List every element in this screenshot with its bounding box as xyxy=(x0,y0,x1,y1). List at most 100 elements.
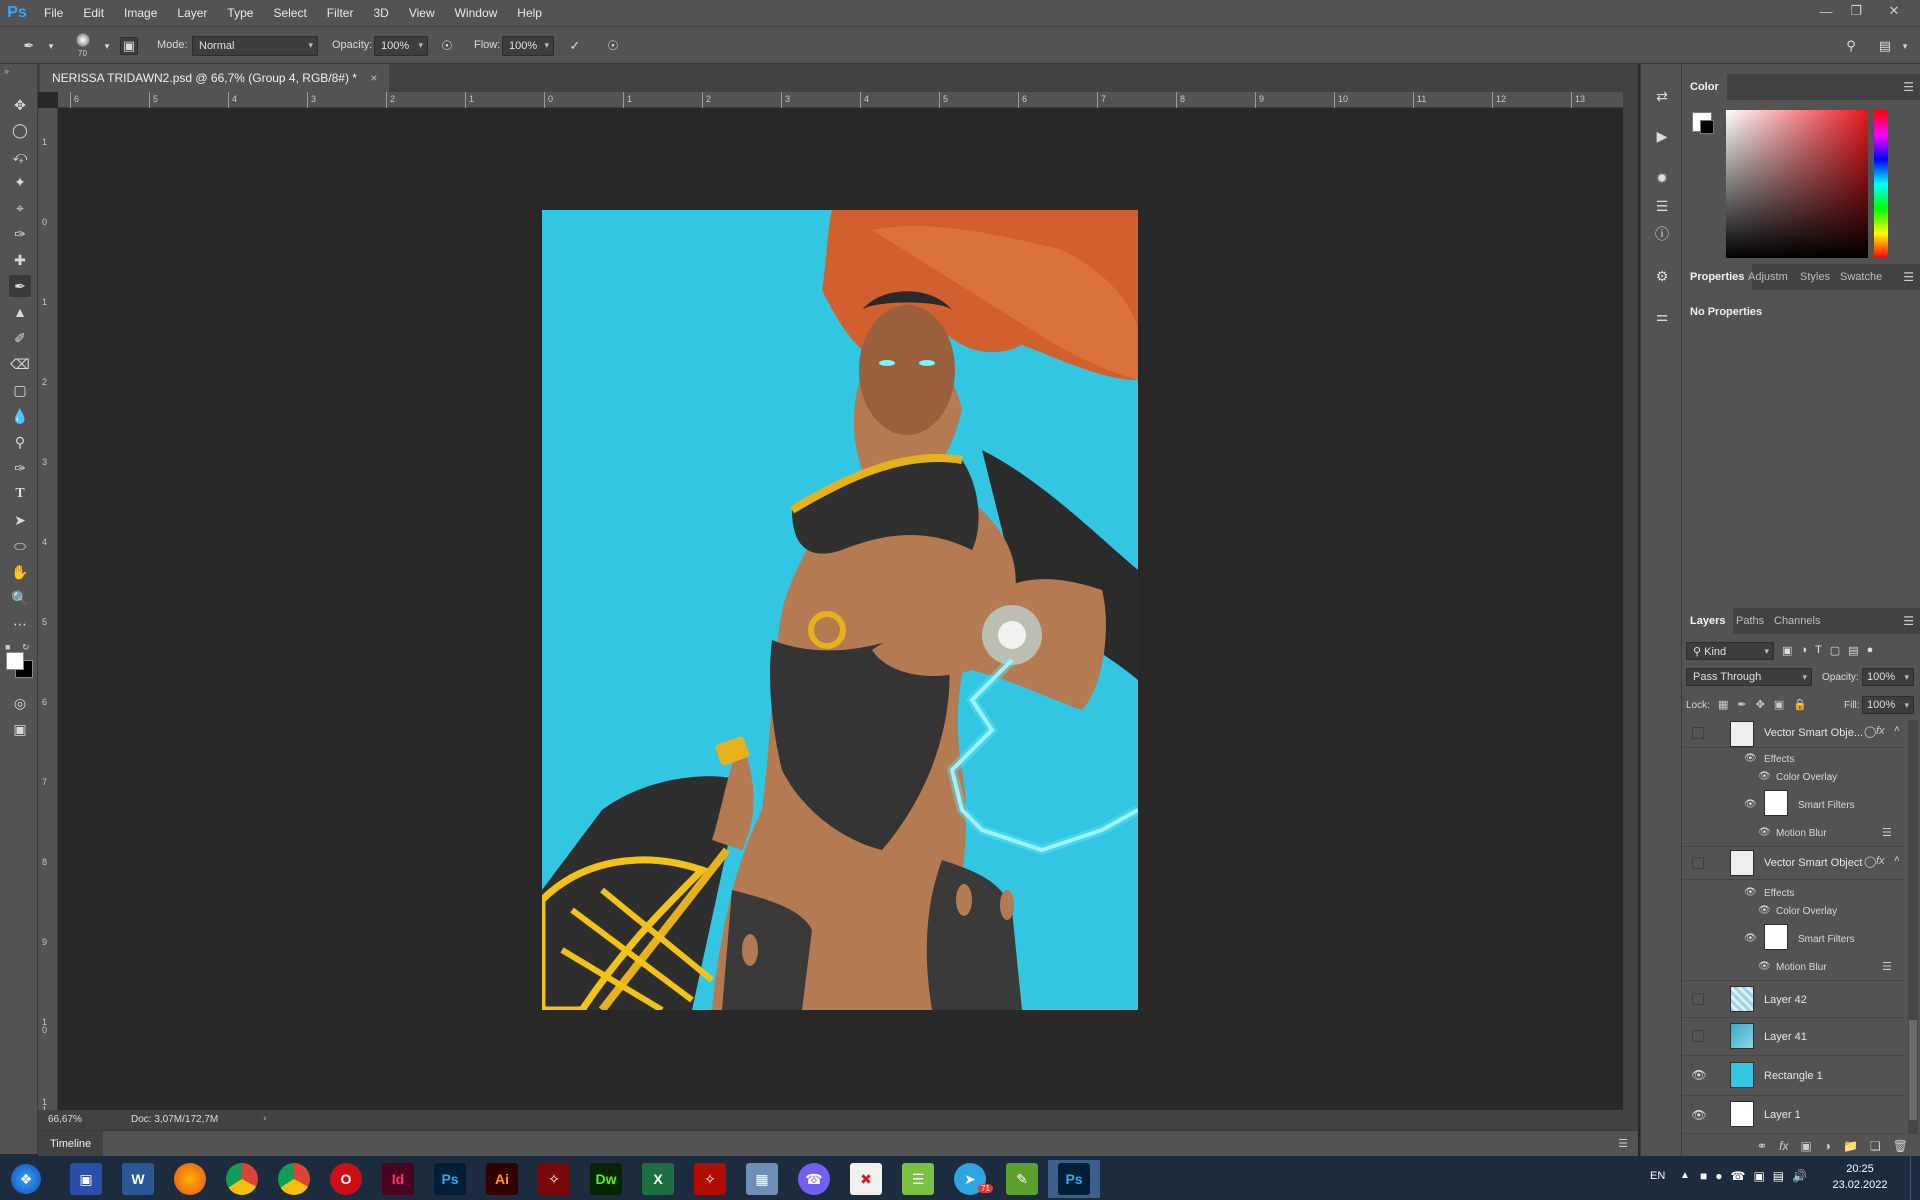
scrollbar-thumb[interactable] xyxy=(1909,1020,1917,1120)
layer-name[interactable]: Layer 42 xyxy=(1764,994,1807,1006)
ellipse-tool-icon[interactable]: ⬭ xyxy=(9,535,31,557)
layer-row[interactable]: Layer 42 xyxy=(1682,980,1904,1018)
timeline-tab[interactable]: Timeline xyxy=(38,1131,104,1157)
close-tab-icon[interactable]: × xyxy=(370,71,377,85)
chevron-up-icon[interactable]: ˄ xyxy=(1894,854,1900,865)
menu-image[interactable]: Image xyxy=(114,0,167,26)
start-button[interactable]: ❖ xyxy=(0,1160,52,1198)
chevron-right-icon[interactable]: › xyxy=(263,1113,266,1124)
taskbar-app-generic[interactable]: ✖ xyxy=(840,1160,892,1198)
layer-row[interactable]: Vector Smart Obje... ◯ fx ˄ xyxy=(1682,720,1904,748)
chevron-up-icon[interactable]: ˄ xyxy=(1894,724,1900,735)
panel-menu-icon[interactable]: ☰ xyxy=(1903,80,1914,94)
lock-position-icon[interactable]: ✥ xyxy=(1756,698,1765,711)
filter-options-icon[interactable]: ☰ xyxy=(1882,960,1892,973)
taskbar-app-excel[interactable]: X xyxy=(632,1160,684,1198)
brush-tool-icon[interactable]: ✒ xyxy=(9,275,31,297)
gradient-tool-icon[interactable]: ▢ xyxy=(9,379,31,401)
menu-filter[interactable]: Filter xyxy=(317,0,364,26)
layer-name[interactable]: Layer 1 xyxy=(1764,1109,1801,1121)
screen-mode-icon[interactable]: ▣ xyxy=(9,718,31,740)
pixel-filter-icon[interactable]: ▣ xyxy=(1782,644,1792,657)
lasso-tool-icon[interactable]: ⤽ xyxy=(9,145,31,167)
actions-play-icon[interactable]: ▶ xyxy=(1652,126,1672,146)
minimize-icon[interactable]: — xyxy=(1812,0,1840,22)
artwork-canvas[interactable] xyxy=(542,210,1138,1010)
clone-stamp-tool-icon[interactable]: ▲ xyxy=(9,301,31,323)
menu-file[interactable]: File xyxy=(34,0,73,26)
tab-swatches[interactable]: Swatche xyxy=(1832,264,1890,290)
restore-icon[interactable]: ❐ xyxy=(1842,0,1870,22)
mode-select[interactable]: Normal ▾ xyxy=(192,36,318,56)
eye-icon[interactable]: 👁 xyxy=(1691,1068,1706,1082)
taskbar-app-dreamweaver[interactable]: Dw xyxy=(580,1160,632,1198)
layer-name[interactable]: Rectangle 1 xyxy=(1764,1070,1823,1082)
menu-edit[interactable]: Edit xyxy=(73,0,114,26)
menu-help[interactable]: Help xyxy=(507,0,552,26)
zoom-tool-icon[interactable]: 🔍 xyxy=(9,587,31,609)
layer-row[interactable]: 👁 Rectangle 1 xyxy=(1682,1056,1904,1096)
eye-icon[interactable]: 👁 xyxy=(1691,1108,1706,1122)
info-icon[interactable]: ⓘ xyxy=(1652,224,1672,244)
search-icon[interactable]: ⚲ xyxy=(1842,37,1860,55)
adjustment-filter-icon[interactable]: ◑ xyxy=(1800,644,1807,657)
quick-mask-icon[interactable]: ◎ xyxy=(9,692,31,714)
flow-input[interactable]: 100% ▾ xyxy=(502,36,554,56)
collapse-icon[interactable]: » xyxy=(4,66,9,76)
menu-view[interactable]: View xyxy=(399,0,445,26)
menu-window[interactable]: Window xyxy=(445,0,508,26)
brush-settings-icon[interactable]: ☰ xyxy=(1652,196,1672,216)
link-layers-icon[interactable]: ⚭ xyxy=(1757,1139,1767,1153)
clock-time[interactable]: 20:25 xyxy=(1830,1163,1890,1175)
menu-layer[interactable]: Layer xyxy=(167,0,217,26)
clock-date[interactable]: 23.02.2022 xyxy=(1826,1179,1894,1191)
panel-menu-icon[interactable]: ☰ xyxy=(1903,614,1914,628)
document-tab[interactable]: NERISSA TRIDAWN2.psd @ 66,7% (Group 4, R… xyxy=(40,64,390,92)
panel-menu-icon[interactable]: ☰ xyxy=(1903,270,1914,284)
layer-name[interactable]: Vector Smart Object xyxy=(1764,857,1862,869)
blend-mode-select[interactable]: Pass Through ▾ xyxy=(1686,668,1812,686)
taskbar-app-opera[interactable]: O xyxy=(320,1160,372,1198)
layer-name[interactable]: Vector Smart Obje... xyxy=(1764,727,1863,739)
panel-menu-icon[interactable]: ☰ xyxy=(1618,1137,1628,1150)
filter-options-icon[interactable]: ☰ xyxy=(1882,826,1892,839)
layer-name[interactable]: Layer 41 xyxy=(1764,1031,1807,1043)
menu-select[interactable]: Select xyxy=(263,0,316,26)
layer-row[interactable]: Layer 41 xyxy=(1682,1018,1904,1056)
taskbar-app-illustrator[interactable]: Ai xyxy=(476,1160,528,1198)
taskbar-app-acrobat-reader[interactable]: ✧ xyxy=(684,1160,736,1198)
filter-eye-icon[interactable]: 👁 xyxy=(1758,827,1771,838)
color-picker-field[interactable] xyxy=(1726,110,1868,258)
foreground-color-swatch[interactable] xyxy=(6,652,24,670)
lock-pixels-icon[interactable]: ✒ xyxy=(1737,698,1746,711)
healing-brush-tool-icon[interactable]: ✚ xyxy=(9,249,31,271)
visibility-toggle[interactable] xyxy=(1692,857,1704,869)
smart-object-filter-icon[interactable]: ▤ xyxy=(1848,644,1858,657)
brush-panel-toggle-icon[interactable]: ▣ xyxy=(120,37,138,55)
layers-scrollbar[interactable] xyxy=(1908,720,1918,1134)
vertical-scrollbar[interactable] xyxy=(1623,92,1638,1110)
visibility-toggle[interactable] xyxy=(1692,727,1704,739)
visibility-toggle[interactable] xyxy=(1692,993,1704,1005)
taskbar-app-indesign[interactable]: Id xyxy=(372,1160,424,1198)
taskbar-app-photoshop-active[interactable]: Ps xyxy=(1048,1160,1100,1198)
lock-all-icon[interactable]: 🔒 xyxy=(1793,698,1807,711)
effects-eye-icon[interactable]: 👁 xyxy=(1744,887,1757,898)
new-layer-icon[interactable]: ❏ xyxy=(1870,1139,1881,1153)
volume-icon[interactable]: 🔊 xyxy=(1792,1169,1807,1183)
path-selection-tool-icon[interactable]: ➤ xyxy=(9,509,31,531)
taskbar-app-chrome[interactable] xyxy=(216,1160,268,1198)
tray-app-icon[interactable]: ■ xyxy=(1700,1169,1707,1183)
smart-filters-eye-icon[interactable]: 👁 xyxy=(1744,933,1757,944)
pressure-size-icon[interactable]: ☉ xyxy=(604,37,622,55)
adjustments-icon[interactable]: ⚌ xyxy=(1652,306,1672,326)
pen-tool-icon[interactable]: ✑ xyxy=(9,457,31,479)
eyedropper-tool-icon[interactable]: ✑ xyxy=(9,223,31,245)
filter-eye-icon[interactable]: 👁 xyxy=(1758,961,1771,972)
magic-wand-tool-icon[interactable]: ✦ xyxy=(9,171,31,193)
tray-app-icon[interactable]: ● xyxy=(1715,1169,1722,1183)
show-desktop-button[interactable] xyxy=(1910,1156,1920,1200)
tray-viber-icon[interactable]: ☎ xyxy=(1731,1169,1746,1183)
taskbar-app-telegram[interactable]: ➤ 71 xyxy=(944,1160,996,1198)
taskbar-app-photoshop[interactable]: Ps xyxy=(424,1160,476,1198)
